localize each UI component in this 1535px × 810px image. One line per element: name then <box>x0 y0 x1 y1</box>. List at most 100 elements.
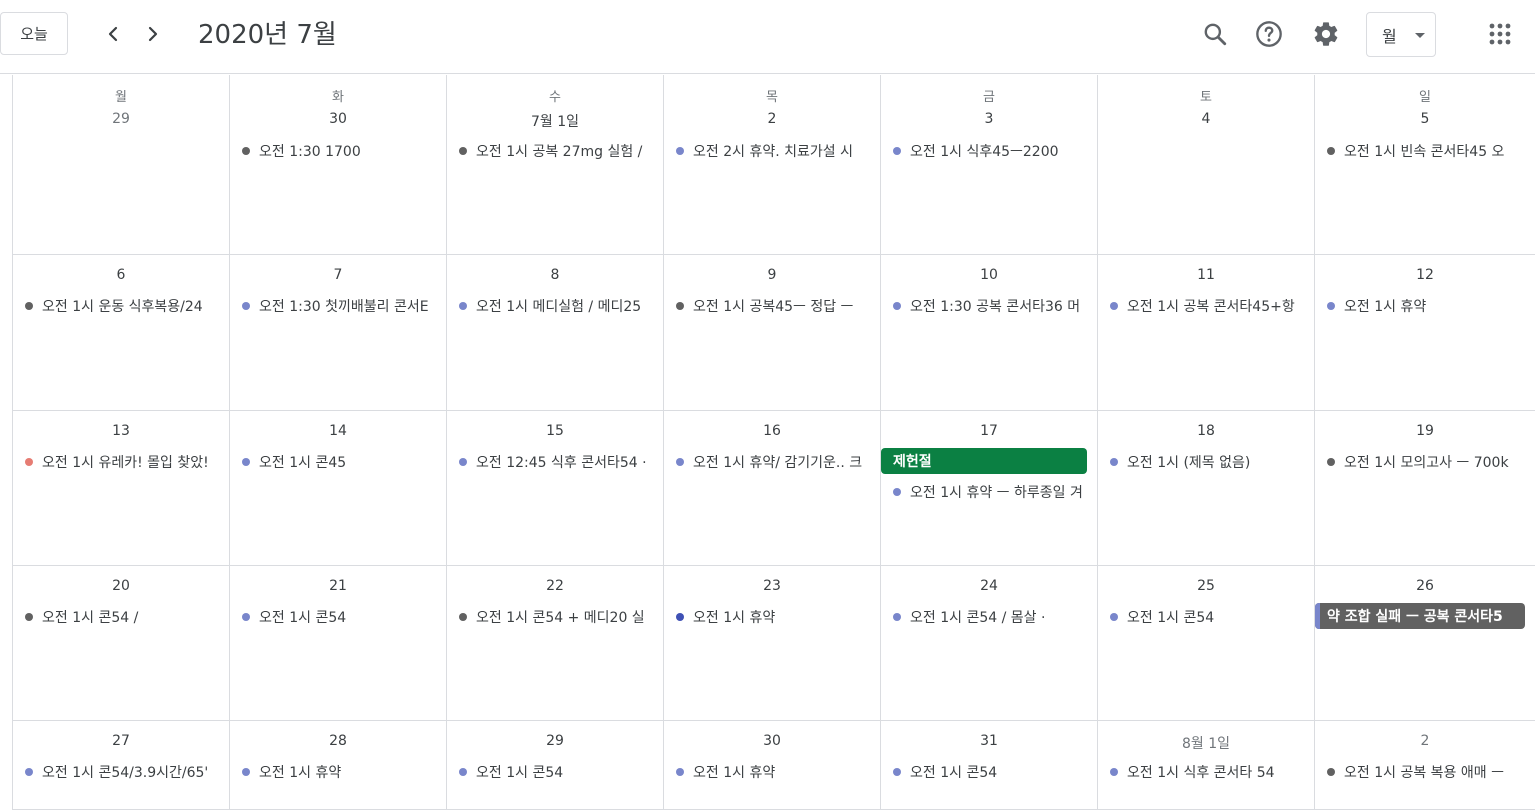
event-chip[interactable]: 오전 1시 공복45ㅡ 정답 ㅡ <box>676 296 876 316</box>
today-button[interactable]: 오늘 <box>0 12 68 55</box>
date-number[interactable]: 8 <box>447 267 663 283</box>
date-number[interactable]: 9 <box>664 267 880 283</box>
event-chip[interactable]: 오전 1시 모의고사 ㅡ 700k <box>1327 452 1531 472</box>
day-cell[interactable]: 19 오전 1시 모의고사 ㅡ 700k <box>1315 411 1535 565</box>
day-cell[interactable]: 22 오전 1시 콘54 + 메디20 실 <box>447 566 664 720</box>
day-cell[interactable]: 목 2 오전 2시 휴약. 치료가설 시 <box>664 75 881 254</box>
day-cell[interactable]: 토4 <box>1098 75 1315 254</box>
date-number[interactable]: 29 <box>447 733 663 749</box>
event-chip[interactable]: 오전 1시 콘54 / <box>25 607 225 627</box>
date-number[interactable]: 20 <box>13 578 229 594</box>
event-chip[interactable]: 오전 1:30 공복 콘서타36 머 <box>893 296 1093 316</box>
day-cell[interactable]: 11 오전 1시 공복 콘서타45+항 <box>1098 255 1315 410</box>
day-cell[interactable]: 13 오전 1시 유레카! 몰입 찾았! <box>13 411 230 565</box>
event-chip[interactable]: 오전 1시 식후45ㅡ2200 <box>893 141 1093 161</box>
day-cell[interactable]: 8월 1일오전 1시 식후 콘서타 54 <box>1098 721 1315 809</box>
event-chip[interactable]: 오전 1시 운동 식후복용/24 <box>25 296 225 316</box>
date-number[interactable]: 7 <box>230 267 446 283</box>
date-number[interactable]: 11 <box>1098 267 1314 283</box>
event-chip[interactable]: 오전 1시 휴약/ 감기기운.. 크 <box>676 452 876 472</box>
event-chip[interactable]: 오전 1시 콘54 <box>459 762 659 782</box>
date-number[interactable]: 12 <box>1315 267 1535 283</box>
event-chip[interactable]: 오전 1시 휴약 ㅡ 하루종일 겨 <box>893 482 1093 502</box>
day-cell[interactable]: 12 오전 1시 휴약 <box>1315 255 1535 410</box>
date-number[interactable]: 8월 1일 <box>1098 733 1314 753</box>
date-number[interactable]: 14 <box>230 423 446 439</box>
date-number[interactable]: 4 <box>1098 111 1314 127</box>
day-cell[interactable]: 수 7월 1일 오전 1시 공복 27mg 실험 / <box>447 75 664 254</box>
day-cell[interactable]: 31 오전 1시 콘54 <box>881 721 1098 809</box>
date-number[interactable]: 18 <box>1098 423 1314 439</box>
date-number[interactable]: 31 <box>881 733 1097 749</box>
event-chip[interactable]: 오전 1시 빈속 콘서타45 오 <box>1327 141 1531 161</box>
day-cell[interactable]: 27 오전 1시 콘54/3.9시간/65' <box>13 721 230 809</box>
date-number[interactable]: 2 <box>1315 733 1535 749</box>
event-chip[interactable]: 오전 1시 유레카! 몰입 찾았! <box>25 452 225 472</box>
date-number[interactable]: 26 <box>1315 578 1535 594</box>
apps-button[interactable] <box>1480 14 1520 54</box>
event-chip[interactable]: 오전 12:45 식후 콘서타54 · <box>459 452 659 472</box>
event-chip[interactable]: 오전 1시 콘54 / 몸살 · <box>893 607 1093 627</box>
event-chip[interactable]: 오전 1시 공복 27mg 실험 / <box>459 141 659 161</box>
day-cell[interactable]: 25 오전 1시 콘54 <box>1098 566 1315 720</box>
event-chip[interactable]: 오전 1시 휴약 <box>676 607 876 627</box>
date-number[interactable]: 19 <box>1315 423 1535 439</box>
date-number[interactable]: 27 <box>13 733 229 749</box>
day-cell[interactable]: 월 29 <box>13 75 230 254</box>
day-cell[interactable]: 10 오전 1:30 공복 콘서타36 머 <box>881 255 1098 410</box>
event-chip[interactable]: 오전 1:30 1700 <box>242 141 442 161</box>
day-cell[interactable]: 26 약 조합 실패 ㅡ 공복 콘서타5 <box>1315 566 1535 720</box>
date-number[interactable]: 6 <box>13 267 229 283</box>
day-cell[interactable]: 28 오전 1시 휴약 <box>230 721 447 809</box>
event-chip[interactable]: 오전 1시 콘54 <box>1110 607 1310 627</box>
event-chip[interactable]: 오전 1시 콘54 + 메디20 실 <box>459 607 659 627</box>
day-cell[interactable]: 21 오전 1시 콘54 <box>230 566 447 720</box>
day-cell[interactable]: 30 오전 1시 휴약 <box>664 721 881 809</box>
event-chip[interactable]: 오전 1시 공복 복용 애매 ㅡ <box>1327 762 1531 782</box>
date-number[interactable]: 24 <box>881 578 1097 594</box>
event-chip[interactable]: 오전 1시 공복 콘서타45+항 <box>1110 296 1310 316</box>
date-number[interactable]: 25 <box>1098 578 1314 594</box>
date-number[interactable]: 5 <box>1315 111 1535 127</box>
all-day-event[interactable]: 제헌절 <box>881 448 1087 474</box>
date-number[interactable]: 22 <box>447 578 663 594</box>
search-button[interactable] <box>1195 14 1235 54</box>
date-number[interactable]: 23 <box>664 578 880 594</box>
date-number[interactable]: 10 <box>881 267 1097 283</box>
event-chip[interactable]: 오전 1시 콘45 <box>242 452 442 472</box>
event-chip[interactable]: 오전 1시 콘54 <box>242 607 442 627</box>
event-chip[interactable]: 오전 1시 휴약 <box>242 762 442 782</box>
day-cell[interactable]: 일 5 오전 1시 빈속 콘서타45 오 <box>1315 75 1535 254</box>
event-chip[interactable]: 오전 2시 휴약. 치료가설 시 <box>676 141 876 161</box>
day-cell[interactable]: 9 오전 1시 공복45ㅡ 정답 ㅡ <box>664 255 881 410</box>
date-number[interactable]: 2 <box>664 111 880 127</box>
day-cell[interactable]: 23 오전 1시 휴약 <box>664 566 881 720</box>
day-cell[interactable]: 화 30 오전 1:30 1700 <box>230 75 447 254</box>
help-button[interactable] <box>1249 14 1289 54</box>
day-cell[interactable]: 6 오전 1시 운동 식후복용/24 <box>13 255 230 410</box>
date-number[interactable]: 17 <box>881 423 1097 439</box>
all-day-event[interactable]: 약 조합 실패 ㅡ 공복 콘서타5 <box>1315 603 1525 629</box>
date-number[interactable]: 28 <box>230 733 446 749</box>
date-number[interactable]: 3 <box>881 111 1097 127</box>
settings-button[interactable] <box>1306 14 1346 54</box>
day-cell[interactable]: 24 오전 1시 콘54 / 몸살 · <box>881 566 1098 720</box>
day-cell[interactable]: 2 오전 1시 공복 복용 애매 ㅡ <box>1315 721 1535 809</box>
date-number[interactable]: 15 <box>447 423 663 439</box>
event-chip[interactable]: 오전 1시 식후 콘서타 54 <box>1110 762 1310 782</box>
day-cell[interactable]: 20 오전 1시 콘54 / <box>13 566 230 720</box>
date-number[interactable]: 30 <box>230 111 446 127</box>
day-cell[interactable]: 금 3 오전 1시 식후45ㅡ2200 <box>881 75 1098 254</box>
day-cell[interactable]: 8 오전 1시 메디실험 / 메디25 <box>447 255 664 410</box>
day-cell[interactable]: 16 오전 1시 휴약/ 감기기운.. 크 <box>664 411 881 565</box>
day-cell[interactable]: 14 오전 1시 콘45 <box>230 411 447 565</box>
prev-month-button[interactable] <box>98 18 128 50</box>
event-chip[interactable]: 오전 1시 휴약 <box>1327 296 1531 316</box>
day-cell[interactable]: 29 오전 1시 콘54 <box>447 721 664 809</box>
date-number[interactable]: 7월 1일 <box>447 111 663 131</box>
event-chip[interactable]: 오전 1시 콘54/3.9시간/65' <box>25 762 225 782</box>
date-number[interactable]: 13 <box>13 423 229 439</box>
date-number[interactable]: 16 <box>664 423 880 439</box>
date-number[interactable]: 21 <box>230 578 446 594</box>
next-month-button[interactable] <box>138 18 168 50</box>
